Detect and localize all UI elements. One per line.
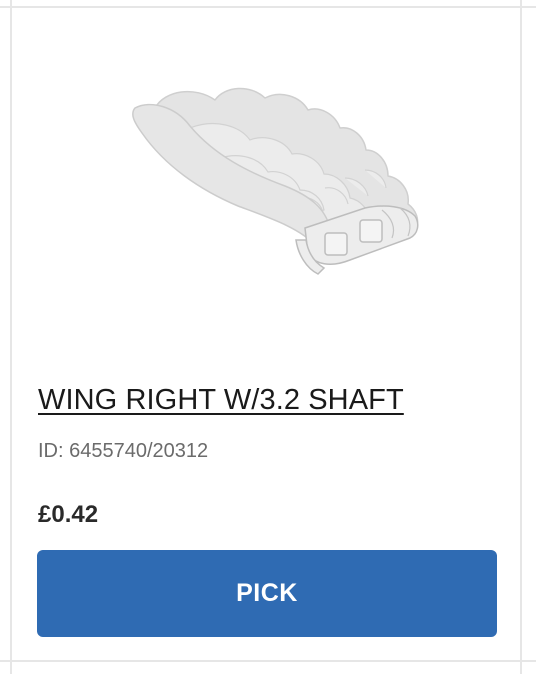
product-image[interactable] <box>120 78 430 283</box>
page: WING RIGHT W/3.2 SHAFT ID: 6455740/20312… <box>0 0 536 674</box>
product-title-link[interactable]: WING RIGHT W/3.2 SHAFT <box>38 384 404 417</box>
product-price: £0.42 <box>38 501 99 528</box>
grid-divider-bottom <box>0 660 536 662</box>
pick-button[interactable]: PICK <box>37 550 497 637</box>
product-card: WING RIGHT W/3.2 SHAFT ID: 6455740/20312… <box>12 8 520 660</box>
product-id: ID: 6455740/20312 <box>38 440 209 462</box>
grid-divider-right <box>520 0 522 674</box>
